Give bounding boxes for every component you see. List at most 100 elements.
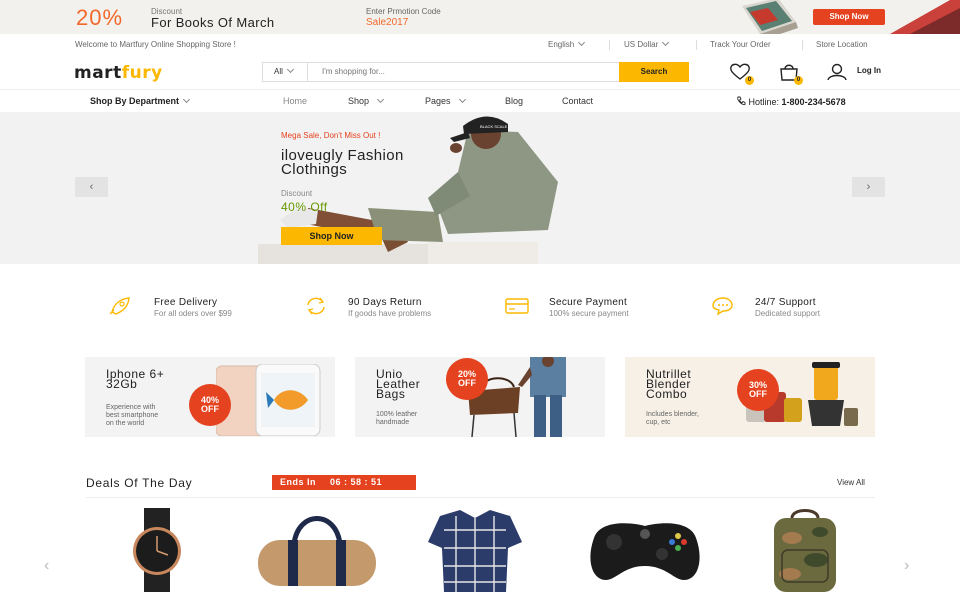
product-camo-backpack-image[interactable] xyxy=(740,508,870,592)
countdown-label: Ends In xyxy=(280,477,317,487)
card-title: Iphone 6+ 32Gb xyxy=(106,368,164,390)
hotline: Hotline: 1-800-234-5678 xyxy=(736,96,846,107)
divider xyxy=(696,40,697,50)
feature-subtitle: 100% secure payment xyxy=(549,309,629,318)
support-chat-icon xyxy=(712,297,733,316)
product-duffel-bag-image[interactable] xyxy=(252,508,382,592)
user-icon[interactable] xyxy=(826,63,848,81)
rocket-icon xyxy=(109,297,130,315)
promo-code: Sale2017 xyxy=(366,17,409,28)
hero-discount-value: 40% Off xyxy=(281,200,328,214)
department-label: Shop By Department xyxy=(90,96,180,106)
language-value: English xyxy=(548,40,575,49)
promo-headline: For Books Of March xyxy=(151,15,275,30)
language-select[interactable]: English xyxy=(548,38,586,49)
product-plaid-shirt-image[interactable] xyxy=(410,508,540,592)
card-subtitle-line: 100% leather xyxy=(376,411,418,418)
badge-off: OFF xyxy=(749,389,767,399)
wishlist-button[interactable]: 0 xyxy=(729,63,754,85)
chevron-down-icon xyxy=(458,95,466,104)
store-location-link[interactable]: Store Location xyxy=(816,40,868,49)
nav-item-blog[interactable]: Blog xyxy=(505,96,523,106)
card-subtitle-line: best smartphone xyxy=(106,412,159,419)
card-subtitle: Experience with best smartphone on the wor… xyxy=(106,404,158,428)
card-subtitle-line: on the world xyxy=(106,420,145,427)
card-subtitle-line: cup, etc xyxy=(646,419,671,426)
deals-title: Deals Of The Day xyxy=(86,476,193,490)
divider xyxy=(609,40,610,50)
nav-divider xyxy=(0,89,960,90)
iphone-image xyxy=(216,364,321,436)
credit-card-icon xyxy=(505,298,529,314)
promo-shop-now-button[interactable]: Shop Now xyxy=(813,9,885,25)
deals-next-button[interactable]: › xyxy=(904,557,909,575)
deals-prev-button[interactable]: ‹ xyxy=(44,557,49,575)
card-subtitle: 100% leather handmade xyxy=(376,411,417,427)
feature-title: 24/7 Support xyxy=(755,297,816,308)
chevron-left-icon: ‹ xyxy=(44,557,50,574)
search-category-select[interactable]: All xyxy=(262,62,308,82)
feature-subtitle: For all oders over $99 xyxy=(154,309,232,318)
discount-badge: 40% OFF xyxy=(189,384,231,426)
hotline-label: Hotline: xyxy=(748,97,780,107)
nav-item-pages[interactable]: Pages xyxy=(425,95,466,106)
deals-divider xyxy=(86,497,875,498)
chevron-right-icon: › xyxy=(904,557,910,574)
chevron-down-icon xyxy=(182,95,191,104)
chevron-down-icon xyxy=(578,38,586,47)
badge-off: OFF xyxy=(201,404,219,414)
hero-discount-label: Discount xyxy=(281,189,313,198)
cart-button[interactable]: 0 xyxy=(778,63,803,85)
countdown-value: 06 : 58 : 51 xyxy=(330,477,383,487)
card-subtitle-line: Includes blender, xyxy=(646,411,699,418)
card-subtitle-line: Experience with xyxy=(106,404,156,411)
chevron-down-icon xyxy=(662,38,670,47)
search-input[interactable] xyxy=(322,62,612,82)
hero-prev-button[interactable]: ‹ xyxy=(75,177,108,197)
track-order-link[interactable]: Track Your Order xyxy=(710,40,771,49)
card-subtitle: Includes blender, cup, etc xyxy=(646,411,699,427)
view-all-link[interactable]: View All xyxy=(837,478,865,487)
login-link[interactable]: Log In xyxy=(857,66,881,75)
card-subtitle-line: handmade xyxy=(376,419,410,426)
hero-title-line-2: Clothings xyxy=(281,161,348,178)
discount-badge: 30% OFF xyxy=(737,369,779,411)
currency-select[interactable]: US Dollar xyxy=(624,38,670,49)
nav-item-shop[interactable]: Shop xyxy=(348,95,385,106)
logo-part-2: fury xyxy=(121,63,163,83)
deals-countdown: Ends In 06 : 58 : 51 xyxy=(272,475,416,490)
feature-title: Secure Payment xyxy=(549,297,628,308)
book-image xyxy=(742,0,798,34)
hero-shop-now-button[interactable]: Shop Now xyxy=(281,227,382,245)
search-button[interactable]: Search xyxy=(619,62,689,82)
product-game-controller-image[interactable] xyxy=(580,508,710,592)
hotline-number: 1-800-234-5678 xyxy=(781,97,846,107)
hero-title: iloveugly Fashion Clothings xyxy=(281,148,481,178)
chevron-left-icon: ‹ xyxy=(89,181,94,193)
book-stack-image xyxy=(890,0,960,34)
discount-badge: 20% OFF xyxy=(446,358,488,400)
product-watch-image[interactable] xyxy=(92,508,222,592)
wishlist-count-badge: 0 xyxy=(745,76,754,85)
return-icon xyxy=(307,297,325,315)
search-category-value: All xyxy=(274,67,283,76)
logo-part-1: mart xyxy=(74,63,122,83)
feature-title: Free Delivery xyxy=(154,297,218,308)
nav-item-home[interactable]: Home xyxy=(283,96,307,106)
site-logo[interactable]: martfury xyxy=(74,63,163,83)
card-title: Nutrillet Blender Combo xyxy=(646,368,691,401)
feature-subtitle: If goods have problems xyxy=(348,309,432,318)
chevron-right-icon: › xyxy=(866,181,871,193)
shop-by-department-menu[interactable]: Shop By Department xyxy=(90,95,191,106)
hero-next-button[interactable]: › xyxy=(852,177,885,197)
cap-text: BLACK SCALE xyxy=(480,124,508,129)
nav-item-label: Shop xyxy=(348,96,370,106)
cart-count-badge: 0 xyxy=(794,76,803,85)
card-title: Unio Leather Bags xyxy=(376,368,420,400)
feature-title: 90 Days Return xyxy=(348,297,422,308)
badge-off: OFF xyxy=(458,378,476,388)
chevron-down-icon xyxy=(286,65,294,74)
nav-item-contact[interactable]: Contact xyxy=(562,96,593,106)
card-title-line: Combo xyxy=(646,387,688,401)
chevron-down-icon xyxy=(376,95,385,104)
